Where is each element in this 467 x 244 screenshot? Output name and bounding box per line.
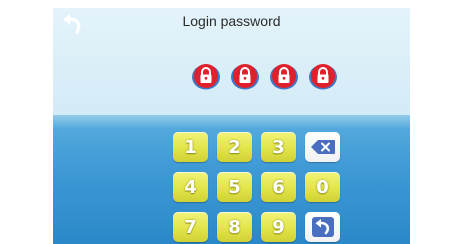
key-label: 6	[272, 176, 285, 198]
key-0[interactable]: 0	[305, 172, 340, 202]
key-9[interactable]: 9	[261, 212, 296, 242]
key-label: 3	[272, 136, 285, 158]
key-label: 7	[184, 216, 197, 238]
key-label: 8	[228, 216, 241, 238]
numeric-keypad: 1 2 3 4 5 6 0 7 8 9	[173, 132, 343, 244]
padlock-icon	[192, 64, 220, 90]
key-2[interactable]: 2	[217, 132, 252, 162]
key-4[interactable]: 4	[173, 172, 208, 202]
key-label: 5	[228, 176, 241, 198]
backspace-icon	[310, 140, 335, 154]
page-title: Login password	[182, 13, 281, 29]
padlock-icon	[270, 64, 298, 90]
key-label: 0	[316, 176, 329, 198]
key-8[interactable]: 8	[217, 212, 252, 242]
key-1[interactable]: 1	[173, 132, 208, 162]
key-label: 9	[272, 216, 285, 238]
key-7[interactable]: 7	[173, 212, 208, 242]
key-5[interactable]: 5	[217, 172, 252, 202]
padlock-icon	[309, 64, 337, 90]
key-label: 4	[184, 176, 197, 198]
key-3[interactable]: 3	[261, 132, 296, 162]
panel-sheen	[53, 115, 410, 129]
key-6[interactable]: 6	[261, 172, 296, 202]
padlock-icon	[231, 64, 259, 90]
enter-key[interactable]	[305, 212, 340, 242]
enter-icon	[311, 217, 334, 237]
key-label: 1	[184, 136, 197, 158]
pin-indicator-row	[191, 60, 339, 92]
backspace-key[interactable]	[305, 132, 340, 162]
key-label: 2	[228, 136, 241, 158]
login-screen: Login password 1 2 3 4 5 6 0 7 8 9	[53, 8, 410, 244]
